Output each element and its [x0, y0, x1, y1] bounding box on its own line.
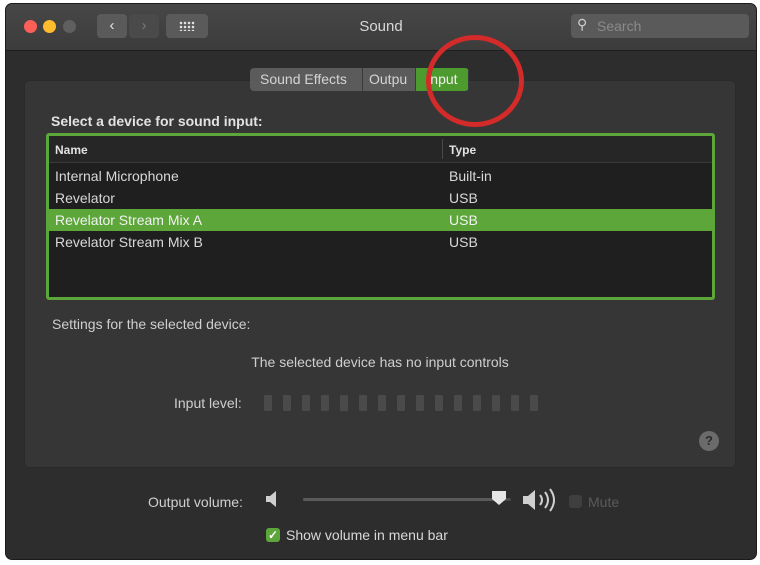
level-segment: [340, 395, 348, 411]
level-segment: [283, 395, 291, 411]
search-placeholder: Search: [597, 18, 642, 34]
column-header-type[interactable]: Type: [449, 143, 476, 157]
level-segment: [530, 395, 538, 411]
speaker-high-icon: [523, 488, 555, 512]
device-type: Built-in: [449, 168, 492, 184]
output-volume-slider[interactable]: [303, 498, 511, 501]
input-level-label: Input level:: [174, 395, 242, 411]
mute-checkbox[interactable]: [569, 495, 582, 508]
mute-label: Mute: [588, 494, 620, 510]
tab-sound-effects[interactable]: Sound Effects: [250, 68, 363, 91]
level-segment: [492, 395, 500, 411]
table-row[interactable]: Internal Microphone Built-in: [49, 165, 712, 187]
table-row-selected[interactable]: Revelator Stream Mix A USB: [49, 209, 712, 231]
show-volume-checkbox[interactable]: ✓: [266, 528, 280, 542]
table-header: Name Type: [49, 136, 712, 163]
device-type: USB: [449, 212, 478, 228]
help-button[interactable]: ?: [699, 431, 719, 451]
output-volume-label: Output volume:: [148, 494, 243, 510]
show-volume-label: Show volume in menu bar: [286, 527, 448, 543]
level-segment: [511, 395, 519, 411]
level-segment: [454, 395, 462, 411]
level-segment: [264, 395, 272, 411]
tab-output[interactable]: Outpu: [363, 68, 416, 91]
input-device-table[interactable]: Name Type Internal Microphone Built-in R…: [46, 133, 715, 300]
search-input[interactable]: ⚲ Search: [571, 14, 749, 38]
level-segment: [359, 395, 367, 411]
table-row[interactable]: Revelator USB: [49, 187, 712, 209]
level-segment: [397, 395, 405, 411]
column-header-name[interactable]: Name: [55, 143, 88, 157]
magnifier-icon: ⚲: [577, 16, 588, 32]
settings-label: Settings for the selected device:: [52, 316, 251, 332]
device-select-label: Select a device for sound input:: [51, 113, 263, 129]
device-type: USB: [449, 234, 478, 250]
level-segment: [416, 395, 424, 411]
slider-thumb[interactable]: [491, 490, 507, 506]
column-divider: [442, 139, 443, 159]
level-segment: [435, 395, 443, 411]
device-name: Internal Microphone: [55, 168, 179, 184]
no-controls-message: The selected device has no input control…: [251, 354, 509, 370]
title-bar: ‹ › Sound ⚲ Search: [6, 4, 756, 51]
level-segment: [378, 395, 386, 411]
speaker-low-icon: [266, 491, 276, 507]
table-row[interactable]: Revelator Stream Mix B USB: [49, 231, 712, 253]
slider-fill: [303, 498, 501, 501]
device-name: Revelator Stream Mix B: [55, 234, 203, 250]
level-segment: [473, 395, 481, 411]
device-name: Revelator: [55, 190, 115, 206]
level-segment: [302, 395, 310, 411]
level-segment: [321, 395, 329, 411]
annotation-circle: [426, 35, 524, 127]
device-name: Revelator Stream Mix A: [55, 212, 203, 228]
device-type: USB: [449, 190, 478, 206]
